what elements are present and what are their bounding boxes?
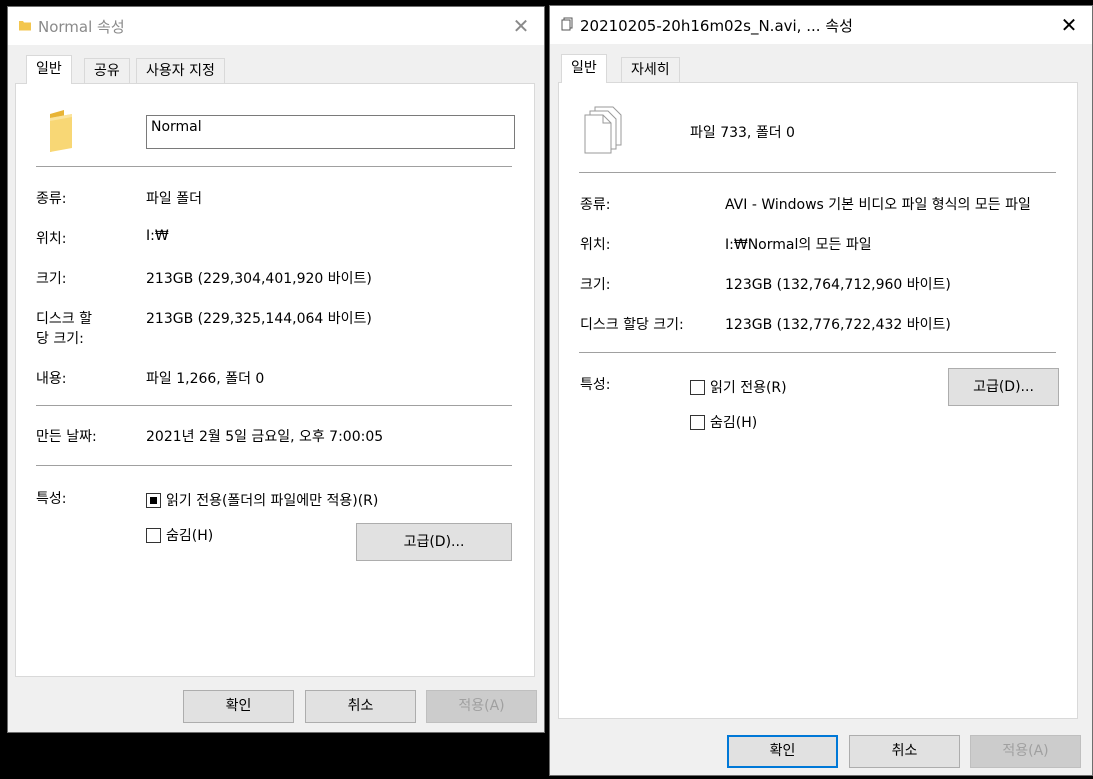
apply-button[interactable]: 적용(A) xyxy=(970,735,1081,768)
checkbox-indeterminate[interactable] xyxy=(146,492,161,508)
location-value: I:₩Normal의 모든 파일 xyxy=(725,237,872,253)
advanced-button[interactable]: 고급(D)... xyxy=(356,523,512,561)
ok-button[interactable]: 확인 xyxy=(183,690,294,723)
type-label: 종류: xyxy=(36,191,67,207)
separator xyxy=(579,172,1056,173)
separator xyxy=(36,465,512,466)
readonly-checkbox-label: 읽기 전용(폴더의 파일에만 적용)(R) xyxy=(166,493,379,509)
size-value: 213GB (229,304,401,920 바이트) xyxy=(146,271,372,287)
cancel-button[interactable]: 취소 xyxy=(305,690,416,723)
location-value: I:₩ xyxy=(146,228,169,244)
disk-size-label-line2: 당 크기: xyxy=(36,331,84,347)
type-label: 종류: xyxy=(580,197,611,213)
checkbox-unchecked[interactable] xyxy=(690,414,705,430)
close-button[interactable]: ✕ xyxy=(508,13,534,39)
tab-customize[interactable]: 사용자 지정 xyxy=(136,58,225,83)
summary-text: 파일 733, 폴더 0 xyxy=(690,125,795,141)
contains-label: 내용: xyxy=(36,371,67,387)
size-value: 123GB (132,764,712,960 바이트) xyxy=(725,277,951,293)
created-label: 만든 날짜: xyxy=(36,429,97,445)
folder-icon xyxy=(19,21,31,31)
readonly-checkbox[interactable]: 읽기 전용(폴더의 파일에만 적용)(R) xyxy=(146,490,378,510)
separator xyxy=(36,405,512,406)
window-title: 20210205-20h16m02s_N.avi, ... 속성 xyxy=(580,17,853,35)
size-label: 크기: xyxy=(580,277,611,293)
disk-size-value: 213GB (229,325,144,064 바이트) xyxy=(146,311,372,327)
tab-general[interactable]: 일반 xyxy=(26,55,72,84)
separator xyxy=(579,352,1056,353)
disk-size-label-line1: 디스크 할 xyxy=(36,311,92,327)
readonly-checkbox-label: 읽기 전용(R) xyxy=(710,380,787,396)
disk-size-value: 123GB (132,776,722,432 바이트) xyxy=(725,317,951,333)
multiple-files-icon xyxy=(584,106,622,154)
window-title: Normal 속성 xyxy=(38,18,125,36)
hidden-checkbox-label: 숨김(H) xyxy=(166,528,214,544)
hidden-checkbox[interactable]: 숨김(H) xyxy=(690,412,757,432)
title-bar: Normal 속성 ✕ xyxy=(8,7,544,45)
general-panel: 파일 733, 폴더 0 종류: AVI - Windows 기본 비디오 파일… xyxy=(558,82,1078,719)
separator xyxy=(36,166,512,167)
hidden-checkbox-label: 숨김(H) xyxy=(710,415,758,431)
attributes-label: 특성: xyxy=(36,491,67,507)
folder-icon xyxy=(50,110,72,152)
checkbox-unchecked[interactable] xyxy=(146,527,161,543)
created-value: 2021년 2월 5일 금요일, 오후 7:00:05 xyxy=(146,429,384,445)
type-value: 파일 폴더 xyxy=(146,191,202,207)
multiple-files-icon xyxy=(561,17,573,31)
close-button[interactable]: ✕ xyxy=(1056,12,1082,38)
disk-size-label: 디스크 할당 크기: xyxy=(580,317,684,333)
apply-button[interactable]: 적용(A) xyxy=(426,690,537,723)
location-label: 위치: xyxy=(580,237,611,253)
type-value: AVI - Windows 기본 비디오 파일 형식의 모든 파일 xyxy=(725,197,1031,213)
readonly-checkbox[interactable]: 읽기 전용(R) xyxy=(690,377,787,397)
tab-sharing[interactable]: 공유 xyxy=(84,58,130,83)
name-field[interactable]: Normal xyxy=(146,115,515,149)
hidden-checkbox[interactable]: 숨김(H) xyxy=(146,525,213,545)
folder-properties-dialog: Normal 속성 ✕ 일반 공유 사용자 지정 Normal 종류: 파일 폴… xyxy=(7,6,545,733)
checkbox-unchecked[interactable] xyxy=(690,379,705,395)
advanced-button[interactable]: 고급(D)... xyxy=(948,368,1059,406)
files-properties-dialog: 20210205-20h16m02s_N.avi, ... 속성 ✕ 일반 자세… xyxy=(549,5,1093,776)
contains-value: 파일 1,266, 폴더 0 xyxy=(146,371,265,387)
tab-details[interactable]: 자세히 xyxy=(621,57,680,82)
general-panel: Normal 종류: 파일 폴더 위치: I:₩ 크기: 213GB (229,… xyxy=(15,83,535,677)
title-bar: 20210205-20h16m02s_N.avi, ... 속성 ✕ xyxy=(550,6,1092,44)
ok-button[interactable]: 확인 xyxy=(727,735,838,768)
tab-general[interactable]: 일반 xyxy=(561,54,607,83)
attributes-label: 특성: xyxy=(580,377,611,393)
location-label: 위치: xyxy=(36,231,67,247)
cancel-button[interactable]: 취소 xyxy=(849,735,960,768)
size-label: 크기: xyxy=(36,271,67,287)
